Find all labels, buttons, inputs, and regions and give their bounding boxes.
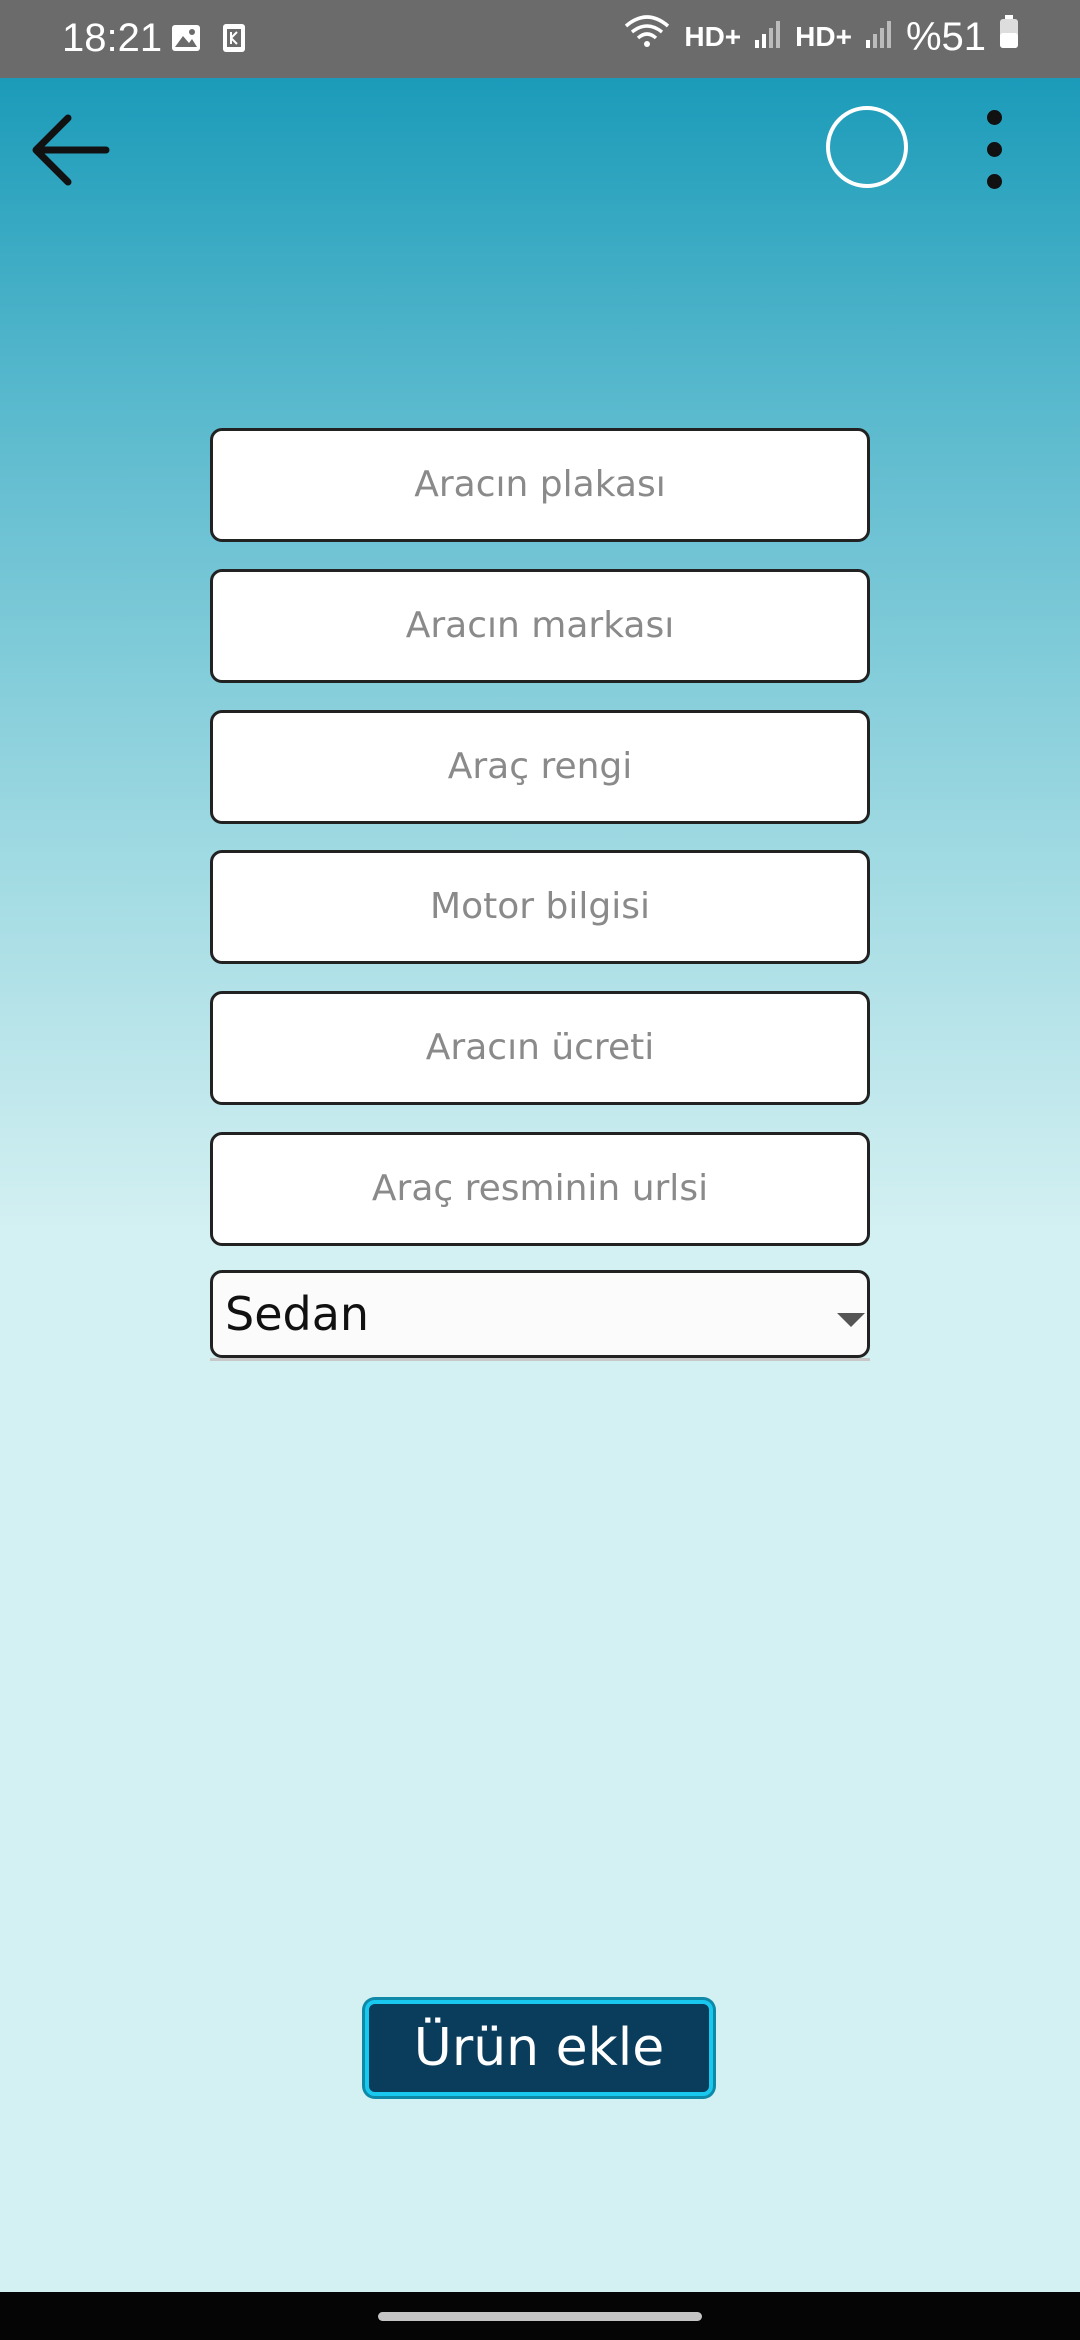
- battery-icon: [998, 14, 1020, 60]
- main-content: Aracın plakası Aracın markası Araç rengi…: [0, 78, 1080, 2292]
- price-input[interactable]: Aracın ücreti: [210, 991, 870, 1105]
- signal-icon: [864, 15, 894, 60]
- add-product-button[interactable]: Ürün ekle: [365, 2000, 713, 2096]
- battery-text: %51: [905, 14, 986, 59]
- signal-icon: [753, 15, 783, 60]
- status-bar: 18:21 HD+ HD+ %51: [0, 0, 1080, 78]
- notification-k-icon: [220, 22, 248, 59]
- sim2-label: HD+: [795, 21, 852, 52]
- chevron-down-icon: [837, 1313, 865, 1327]
- status-time: 18:21: [62, 16, 163, 60]
- status-left-icons: [170, 22, 248, 59]
- more-options-button[interactable]: [970, 102, 1020, 198]
- category-select[interactable]: Sedan: [210, 1270, 870, 1358]
- engine-input[interactable]: Motor bilgisi: [210, 850, 870, 964]
- image-url-input[interactable]: Araç resminin urlsi: [210, 1132, 870, 1246]
- gallery-icon: [170, 22, 202, 59]
- more-vert-icon: [987, 110, 1002, 125]
- plate-input[interactable]: Aracın plakası: [210, 428, 870, 542]
- home-handle[interactable]: [378, 2312, 702, 2321]
- back-button[interactable]: [22, 102, 118, 198]
- color-input[interactable]: Araç rengi: [210, 710, 870, 824]
- status-right: HD+ HD+ %51: [622, 14, 1020, 60]
- sim1-label: HD+: [684, 21, 742, 52]
- category-select-value: Sedan: [225, 1287, 370, 1341]
- wifi-icon: [622, 14, 672, 60]
- circle-button[interactable]: [826, 106, 908, 188]
- system-nav-bar: [0, 2292, 1080, 2340]
- select-underline: [210, 1358, 870, 1361]
- brand-input[interactable]: Aracın markası: [210, 569, 870, 683]
- arrow-left-icon: [32, 114, 110, 186]
